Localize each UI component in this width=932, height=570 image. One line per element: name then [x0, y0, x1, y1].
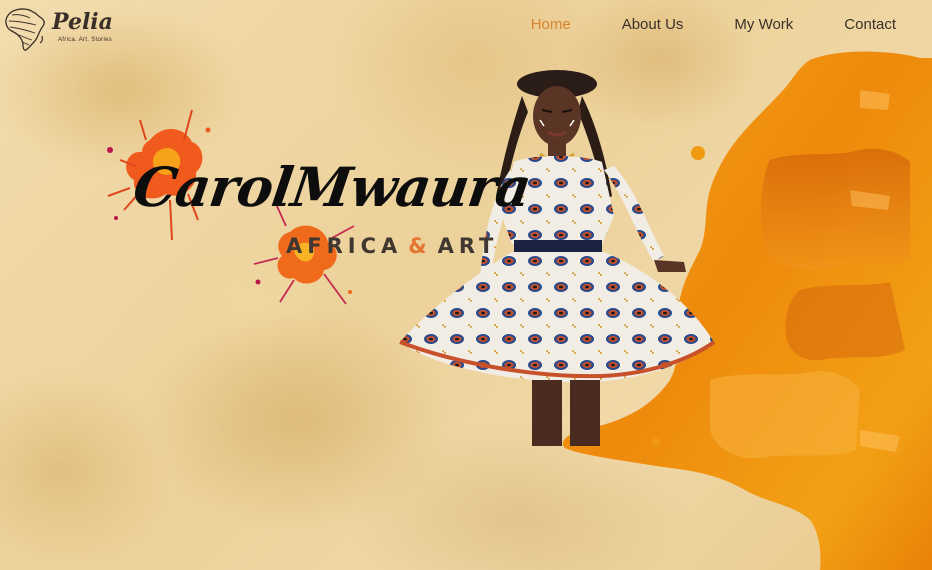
- brand-tagline: Africa. Art. Stories: [58, 37, 113, 43]
- tagline-ampersand: &: [408, 234, 432, 258]
- nav-contact[interactable]: Contact: [844, 14, 896, 36]
- hero-title: CarolMwaura AFRICA & ART: [100, 100, 534, 320]
- nav-my-work[interactable]: My Work: [734, 14, 793, 36]
- tagline-africa: AFRICA: [286, 234, 403, 258]
- nav-home[interactable]: Home: [531, 14, 571, 36]
- site-logo[interactable]: Pelia Africa. Art. Stories: [2, 6, 114, 52]
- page-background: Pelia Africa. Art. Stories Home About Us…: [0, 0, 932, 570]
- hero-tagline: AFRICA & ART: [286, 233, 498, 259]
- tagline-art: ART: [437, 234, 499, 258]
- main-nav: Home About Us My Work Contact: [531, 14, 896, 36]
- brand-name: Pelia: [52, 9, 113, 35]
- africa-map-icon: [5, 8, 45, 51]
- nav-about-us[interactable]: About Us: [622, 14, 684, 36]
- artist-name: CarolMwaura: [129, 155, 535, 219]
